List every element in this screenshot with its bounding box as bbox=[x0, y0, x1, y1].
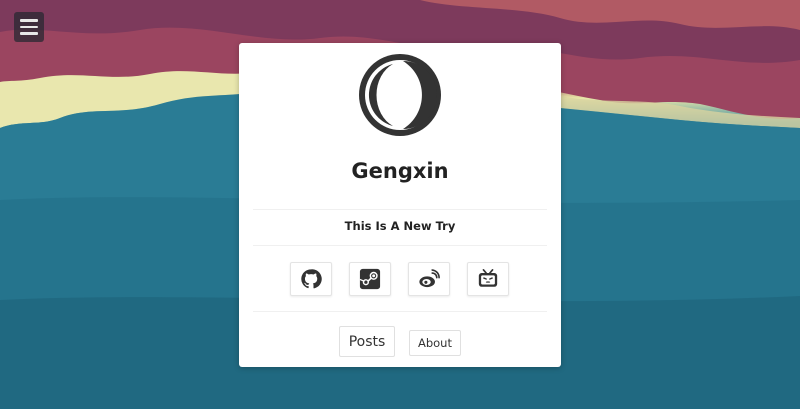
github-link[interactable] bbox=[290, 262, 332, 296]
hamburger-icon-bar bbox=[20, 32, 38, 35]
profile-name: Gengxin bbox=[351, 159, 449, 183]
steam-link[interactable] bbox=[349, 262, 391, 296]
profile-card: Gengxin This Is A New Try Posts About bbox=[239, 43, 561, 367]
github-icon bbox=[301, 269, 322, 289]
bilibili-icon bbox=[478, 269, 498, 287]
divider bbox=[253, 311, 547, 312]
divider bbox=[253, 245, 547, 246]
menu-button[interactable] bbox=[14, 12, 44, 42]
hamburger-icon-bar bbox=[20, 19, 38, 22]
steam-icon bbox=[359, 268, 381, 290]
divider bbox=[253, 209, 547, 210]
moon-avatar-icon bbox=[359, 54, 441, 136]
weibo-link[interactable] bbox=[408, 262, 450, 296]
bilibili-link[interactable] bbox=[467, 262, 509, 296]
hamburger-icon-bar bbox=[20, 25, 38, 29]
posts-button[interactable]: Posts bbox=[339, 326, 395, 357]
about-button[interactable]: About bbox=[409, 330, 461, 356]
weibo-icon bbox=[419, 269, 440, 288]
profile-tagline: This Is A New Try bbox=[344, 219, 456, 233]
